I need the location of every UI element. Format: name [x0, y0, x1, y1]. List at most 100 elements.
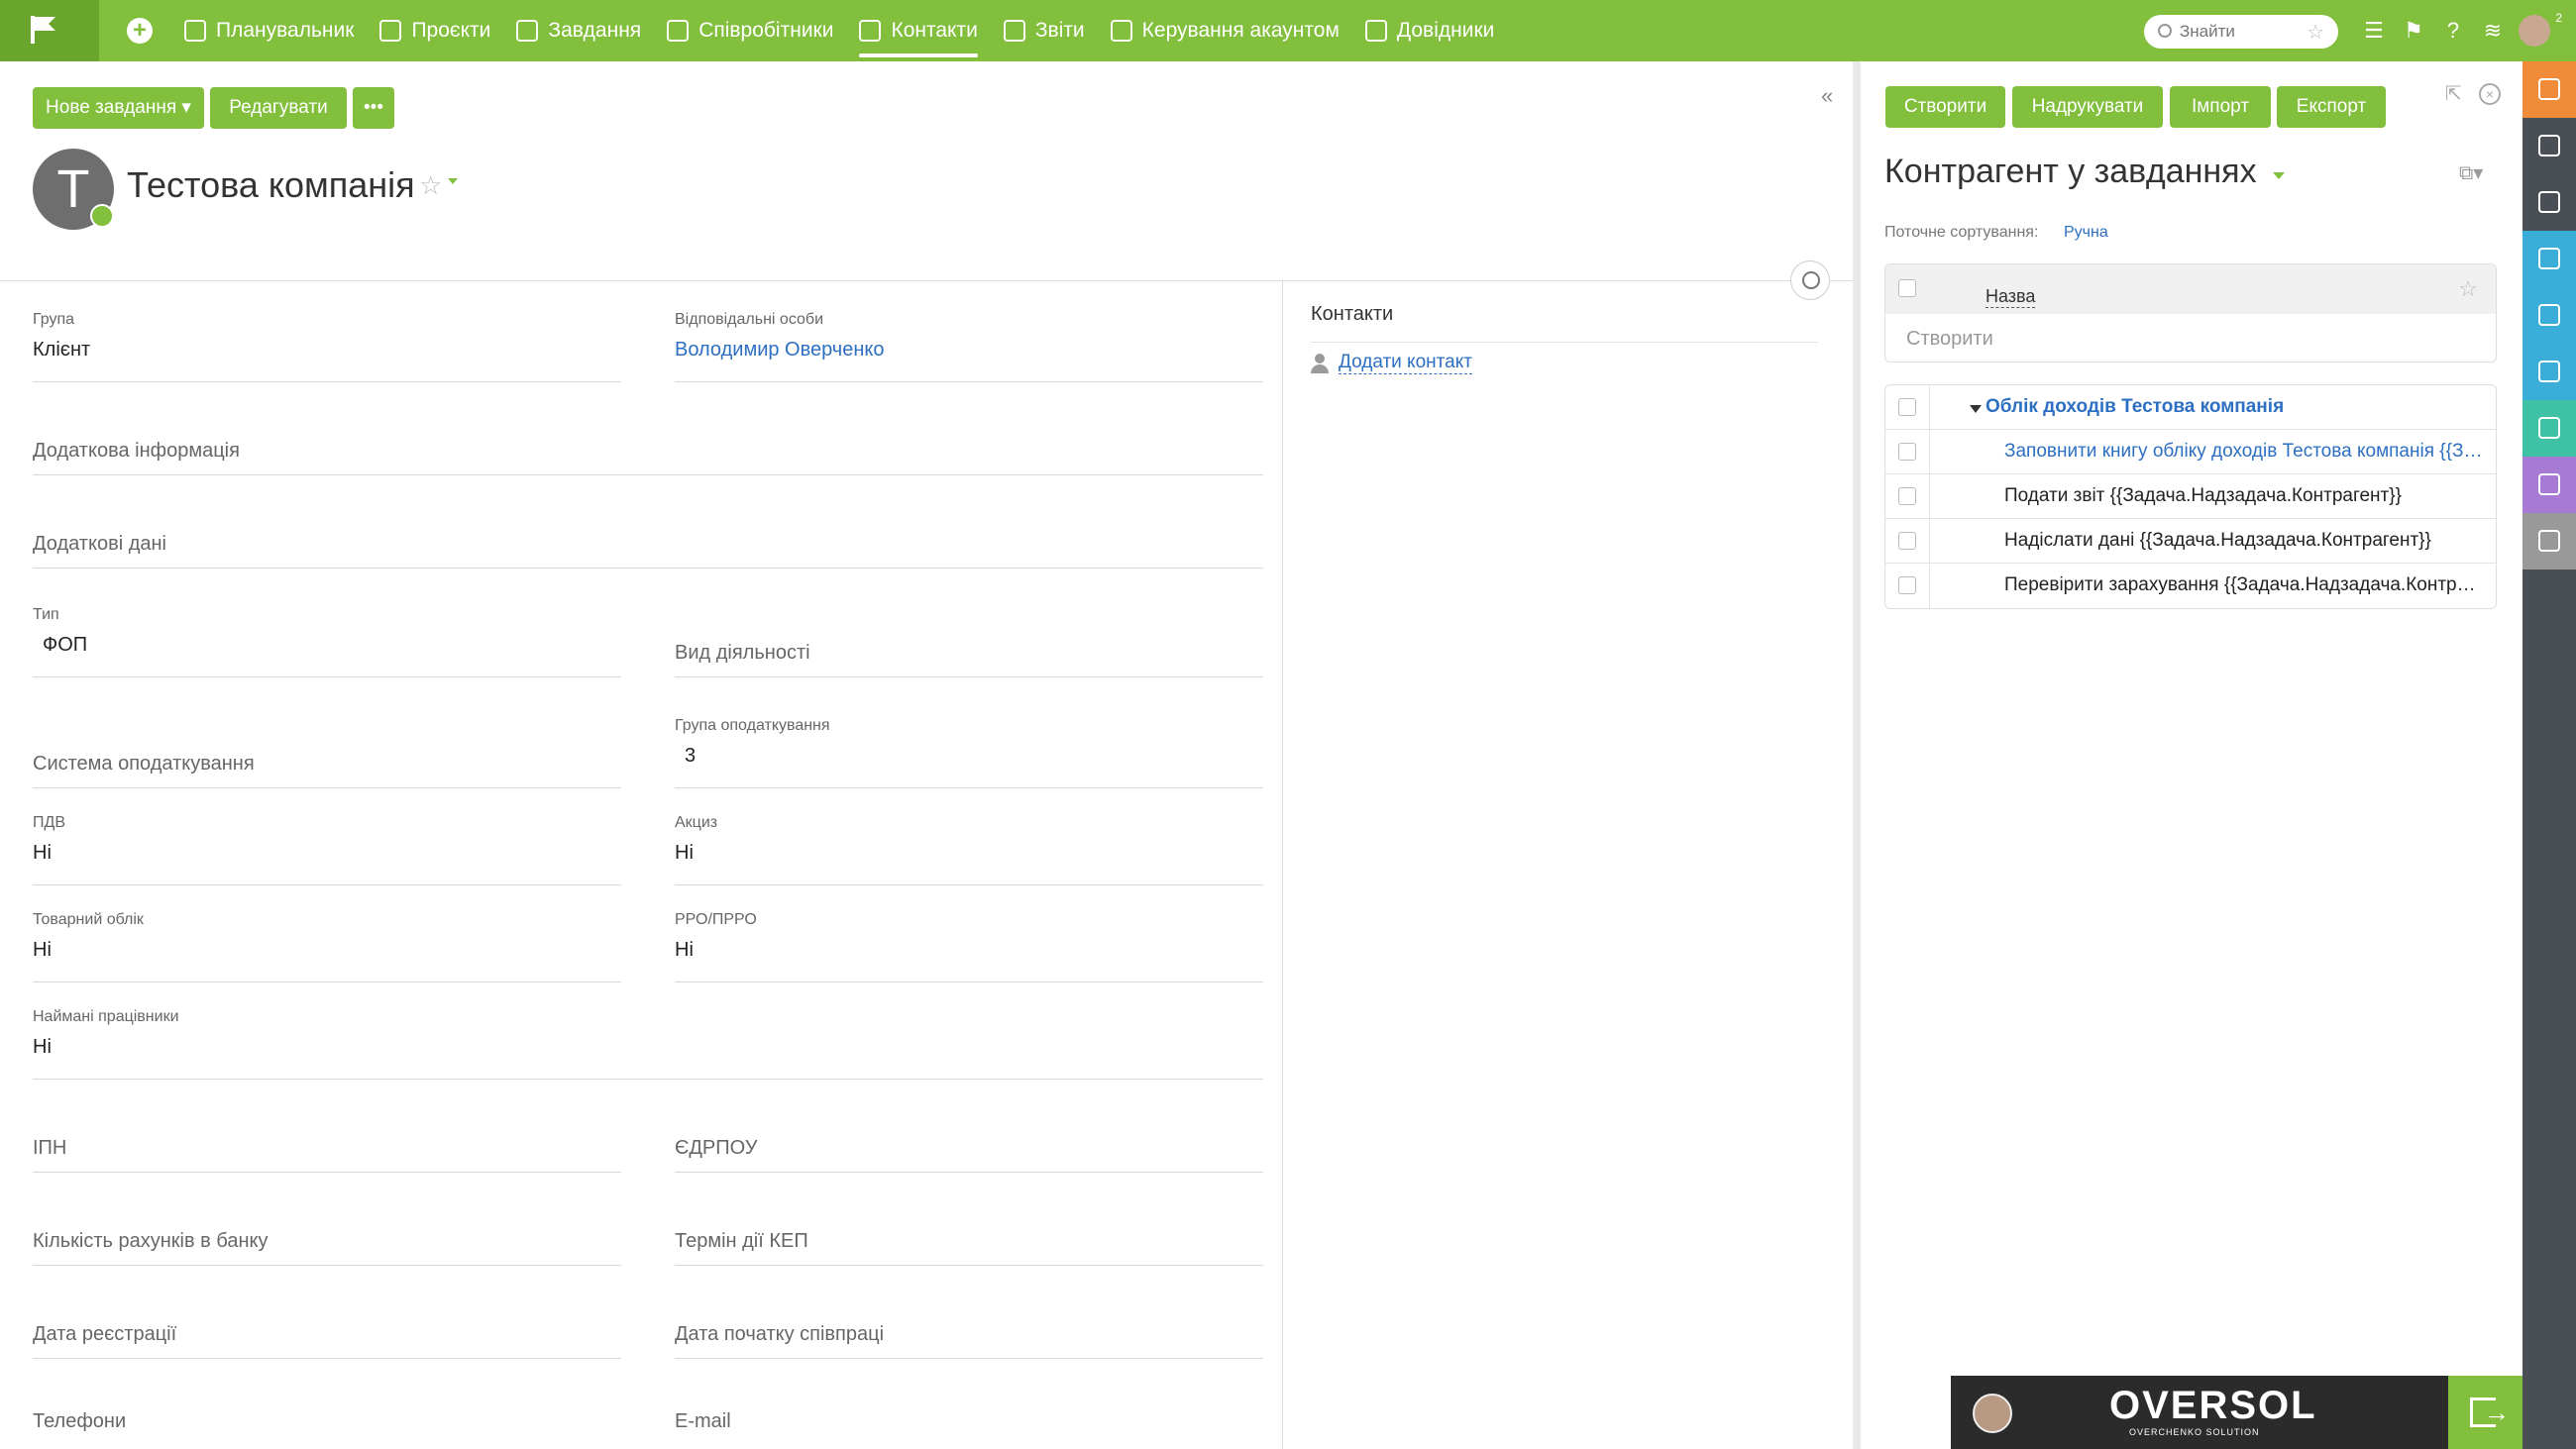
open-external-icon[interactable]: ⇱	[2445, 81, 2462, 106]
app-logo[interactable]	[0, 0, 99, 61]
field-value: Ні	[675, 842, 694, 864]
task-title[interactable]: Подати звіт {{Задача.Надзадача.Контраген…	[2004, 485, 2486, 507]
sidebar-item-7[interactable]	[2522, 457, 2576, 513]
favorite-star-icon[interactable]: ☆	[419, 170, 442, 201]
sidebar-item-0[interactable]	[2522, 61, 2576, 118]
field-bank-accounts[interactable]: Кількість рахунків в банку	[33, 1173, 621, 1266]
row-checkbox[interactable]	[1898, 443, 1916, 461]
expand-toggle-icon[interactable]	[1970, 405, 1982, 413]
task-row[interactable]: Подати звіт {{Задача.Надзадача.Контраген…	[1885, 474, 2496, 519]
export-button[interactable]: Експорт	[2277, 86, 2386, 128]
new-task-button[interactable]: Нове завдання ▾	[33, 87, 204, 129]
sidebar-item-1[interactable]	[2522, 118, 2576, 174]
nav-item-6[interactable]: Керування акаунтом	[1110, 0, 1340, 61]
title-dropdown-icon[interactable]	[448, 178, 458, 184]
cell-divider	[1929, 474, 1930, 519]
task-row[interactable]: Перевірити зарахування {{Задача.Надзадач…	[1885, 564, 2496, 608]
company-avatar[interactable]: Т	[33, 149, 114, 230]
field-tax-group[interactable]: Група оподаткування 3	[675, 677, 1263, 788]
field-employees[interactable]: Наймані працівники Ні	[33, 983, 1263, 1080]
nav-item-4[interactable]: Контакти	[859, 0, 979, 61]
create-task-inline[interactable]: Створити	[1906, 328, 1993, 351]
favorites-star-icon[interactable]: ☆	[2307, 20, 2324, 45]
search-input[interactable]	[2180, 20, 2299, 44]
task-table-header: Назва ☆ Створити	[1884, 263, 2497, 362]
sidebar-item-2[interactable]	[2522, 174, 2576, 231]
edit-button[interactable]: Редагувати	[210, 87, 347, 129]
cell-divider	[1929, 430, 1930, 474]
field-label: Дата реєстрації	[33, 1323, 177, 1345]
nav-item-7[interactable]: Довідники	[1364, 0, 1494, 61]
field-registration-date[interactable]: Дата реєстрації	[33, 1266, 621, 1359]
field-vat[interactable]: ПДВ Ні	[33, 788, 621, 885]
field-search-button[interactable]	[1790, 260, 1830, 300]
nav-item-0[interactable]: Планувальник	[184, 0, 354, 61]
sidebar-item-8[interactable]	[2522, 513, 2576, 569]
field-ipn[interactable]: ІПН	[33, 1080, 621, 1173]
field-phones[interactable]: Телефони	[33, 1359, 621, 1446]
nav-item-3[interactable]: Співробітники	[667, 0, 833, 61]
sidebar-item-5[interactable]	[2522, 344, 2576, 400]
avatar-edit-icon[interactable]	[90, 204, 114, 228]
sidebar-item-3[interactable]	[2522, 231, 2576, 287]
field-responsible[interactable]: Відповідальні особи Володимир Оверченко	[675, 301, 1263, 382]
collapse-icon[interactable]: «	[1821, 83, 1833, 109]
create-button[interactable]: Створити	[1885, 86, 2005, 128]
sidebar-item-6[interactable]	[2522, 400, 2576, 457]
task-row[interactable]: Облік доходів Тестова компанія	[1885, 385, 2496, 430]
responsible-person-link[interactable]: Володимир Оверченко	[675, 339, 885, 362]
nav-item-2[interactable]: Завдання	[516, 0, 641, 61]
column-header-name[interactable]: Назва	[1986, 286, 2036, 308]
field-email[interactable]: E-mail	[675, 1359, 1263, 1446]
field-coop-start-date[interactable]: Дата початку співпраці	[675, 1266, 1263, 1359]
field-label: Система оподаткування	[33, 753, 255, 775]
sidebar-item-4[interactable]	[2522, 287, 2576, 344]
task-title[interactable]: Заповнити книгу обліку доходів Тестова к…	[2004, 441, 2486, 463]
layers-icon[interactable]: ≋	[2473, 18, 2513, 44]
field-inventory[interactable]: Товарний облік Ні	[33, 885, 621, 983]
row-checkbox[interactable]	[1898, 576, 1916, 594]
task-title[interactable]: Облік доходів Тестова компанія	[1986, 396, 2467, 418]
row-checkbox[interactable]	[1898, 487, 1916, 505]
field-type[interactable]: Тип ФОП	[33, 588, 621, 677]
field-label: Тип	[33, 606, 59, 623]
field-rro[interactable]: РРО/ПРРО Ні	[675, 885, 1263, 983]
column-star-icon[interactable]: ☆	[2458, 276, 2478, 302]
task-row[interactable]: Заповнити книгу обліку доходів Тестова к…	[1885, 430, 2496, 474]
nav-item-label: Звіти	[1034, 19, 1085, 42]
row-checkbox[interactable]	[1898, 532, 1916, 550]
field-edrpou[interactable]: ЄДРПОУ	[675, 1080, 1263, 1173]
global-search[interactable]: ☆	[2144, 15, 2338, 49]
task-row[interactable]: Надіслати дані {{Задача.Надзадача.Контра…	[1885, 519, 2496, 564]
user-avatar[interactable]: 2	[2519, 11, 2562, 47]
row-checkbox[interactable]	[1898, 398, 1916, 416]
help-icon[interactable]: ?	[2433, 18, 2473, 44]
import-button[interactable]: Імпорт	[2170, 86, 2271, 128]
field-label: ЄДРПОУ	[675, 1137, 758, 1159]
more-actions-button[interactable]: •••	[353, 87, 394, 129]
add-contact-label[interactable]: Додати контакт	[1339, 352, 1472, 374]
exit-button[interactable]: →	[2448, 1376, 2522, 1449]
add-contact-link[interactable]: Додати контакт	[1311, 352, 1472, 374]
field-group[interactable]: Група Клієнт	[33, 301, 621, 382]
panel-splitter[interactable]	[1853, 61, 1861, 1449]
task-title[interactable]: Надіслати дані {{Задача.Надзадача.Контра…	[2004, 530, 2486, 552]
select-all-checkbox[interactable]	[1898, 279, 1916, 297]
nav-item-5[interactable]: Звіти	[1003, 0, 1085, 61]
nav-item-1[interactable]: Проєкти	[379, 0, 490, 61]
field-excise[interactable]: Акциз Ні	[675, 788, 1263, 885]
title-dropdown-icon[interactable]	[2273, 172, 2285, 179]
print-button[interactable]: Надрукувати	[2012, 86, 2163, 128]
quick-add-button[interactable]: +	[127, 18, 153, 44]
field-extra-info[interactable]: Додаткова інформація	[33, 382, 1263, 475]
field-tax-system[interactable]: Система оподаткування	[33, 677, 621, 788]
task-title[interactable]: Перевірити зарахування {{Задача.Надзадач…	[2004, 574, 2486, 596]
field-kep-term[interactable]: Термін дії КЕП	[675, 1173, 1263, 1266]
sort-mode-link[interactable]: Ручна	[2064, 224, 2108, 242]
menu-icon[interactable]: ☰	[2354, 18, 2394, 44]
field-activity[interactable]: Вид діяльності	[675, 588, 1263, 677]
hierarchy-icon[interactable]: ⧉▾	[2459, 160, 2483, 185]
close-icon[interactable]: ×	[2479, 83, 2501, 105]
field-extra-data[interactable]: Додаткові дані	[33, 475, 1263, 569]
rocket-icon[interactable]: ⚑	[2394, 18, 2433, 44]
